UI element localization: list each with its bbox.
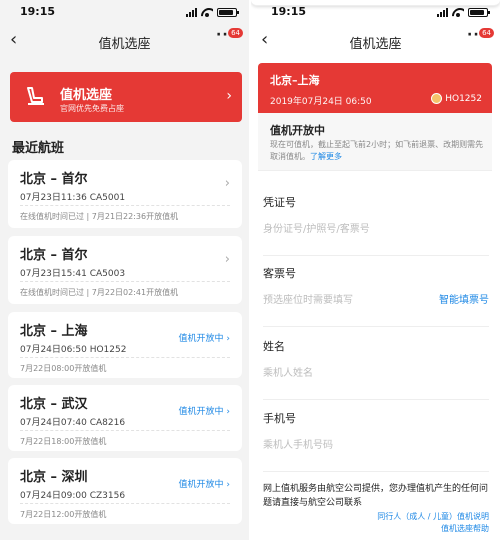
chevron-right-icon: › xyxy=(224,252,230,267)
service-disclaimer: 网上值机服务由航空公司提供，您办理值机产生的任何问题请直接与航空公司联系 xyxy=(263,484,489,508)
checkin-open-title: 值机开放中 xyxy=(270,124,325,137)
field-label: 客票号 xyxy=(263,267,296,280)
flight-note: 7月22日12:00开放值机 xyxy=(20,510,107,519)
notification-badge: 64 xyxy=(479,28,494,38)
name-field[interactable]: 姓名 乘机人姓名 xyxy=(263,338,489,400)
flight-date: 07月23日15:41 CA5003 xyxy=(20,269,126,279)
checkin-open-link[interactable]: 值机开放中 › xyxy=(179,404,230,417)
flight-note: 在线值机时间已过 | 7月22日02:41开放值机 xyxy=(20,288,179,297)
status-time: 19:15 xyxy=(20,5,56,18)
signal-icon xyxy=(186,7,197,17)
divider xyxy=(20,503,230,504)
flight-date: 07月24日06:50 HO1252 xyxy=(20,345,127,355)
flight-note: 7月22日08:00开放值机 xyxy=(20,364,107,373)
airline-logo-icon xyxy=(431,93,442,104)
selected-flight-card: 北京–上海 2019年07月24日 06:50 HO1252 xyxy=(258,63,492,113)
checkin-open-info: 值机开放中 现在可值机，截止至起飞前2小时；如飞前退票、改期则需先取消值机。了解… xyxy=(258,113,492,171)
ticket-number-input[interactable]: 预选座位时需要填写 xyxy=(263,291,353,306)
status-icons xyxy=(186,7,239,17)
seat-icon xyxy=(27,87,44,105)
checkin-open-link[interactable]: 值机开放中 › xyxy=(179,477,230,490)
flight-datetime: 2019年07月24日 06:50 xyxy=(270,97,372,107)
field-label: 手机号 xyxy=(263,412,296,425)
phone-field[interactable]: 手机号 乘机人手机号码 xyxy=(263,410,489,472)
status-bar: 19:15 xyxy=(0,0,249,24)
left-screen: 19:15 ‹ 值机选座 ··· 64 值机选座 官网优先免费占座 › 最近航班… xyxy=(0,0,249,540)
checkin-banner[interactable]: 值机选座 官网优先免费占座 › xyxy=(10,72,242,122)
divider xyxy=(20,281,230,282)
flight-date: 07月24日09:00 CZ3156 xyxy=(20,491,126,501)
section-title: 最近航班 xyxy=(12,141,65,156)
status-time: 19:15 xyxy=(271,5,307,18)
banner-title: 值机选座 xyxy=(60,88,113,103)
id-number-input[interactable]: 身份证号/护照号/客票号 xyxy=(263,220,370,235)
checkin-open-link[interactable]: 值机开放中 › xyxy=(179,331,230,344)
flight-route: 北京 – 深圳 xyxy=(20,470,88,485)
footer-links: 同行人（成人 / 儿童）值机说明 值机选座帮助 xyxy=(377,511,489,535)
checkin-help-link[interactable]: 值机选座帮助 xyxy=(377,523,489,535)
signal-icon xyxy=(437,7,448,17)
companion-checkin-link[interactable]: 同行人（成人 / 儿童）值机说明 xyxy=(377,511,489,523)
ticket-number-field[interactable]: 客票号 预选座位时需要填写 智能填票号 xyxy=(263,265,489,327)
banner-subtitle: 官网优先免费占座 xyxy=(60,104,124,113)
field-label: 凭证号 xyxy=(263,196,296,209)
status-bar: 19:15 xyxy=(251,0,500,24)
flight-card[interactable]: 北京 – 深圳 07月24日09:00 CZ3156 值机开放中 › 7月22日… xyxy=(8,458,242,524)
flight-route: 北京 – 武汉 xyxy=(20,397,88,412)
divider xyxy=(20,205,230,206)
page-title: 值机选座 xyxy=(98,37,151,52)
nav-bar: ‹ 值机选座 ··· 64 xyxy=(0,24,249,58)
field-label: 姓名 xyxy=(263,340,285,353)
wifi-icon xyxy=(452,8,464,17)
battery-icon xyxy=(217,7,239,17)
flight-route: 北京 – 上海 xyxy=(20,324,88,339)
flight-date: 07月23日11:36 CA5001 xyxy=(20,193,126,203)
battery-icon xyxy=(468,7,490,17)
id-number-field[interactable]: 凭证号 身份证号/护照号/客票号 xyxy=(263,194,489,256)
flight-number: HO1252 xyxy=(445,94,482,104)
flight-route: 北京 – 首尔 xyxy=(20,172,88,187)
flight-note: 在线值机时间已过 | 7月21日22:36开放值机 xyxy=(20,212,179,221)
flight-card[interactable]: 北京 – 首尔 07月23日15:41 CA5003 › 在线值机时间已过 | … xyxy=(8,236,242,304)
flight-note: 7月22日18:00开放值机 xyxy=(20,437,107,446)
learn-more-link[interactable]: 了解更多 xyxy=(310,152,342,161)
wifi-icon xyxy=(201,8,213,17)
smart-fill-ticket-button[interactable]: 智能填票号 xyxy=(439,291,489,306)
name-input[interactable]: 乘机人姓名 xyxy=(263,364,313,379)
flight-route: 北京–上海 xyxy=(270,74,320,87)
divider xyxy=(20,357,230,358)
checkin-open-desc: 现在可值机，截止至起飞前2小时；如飞前退票、改期则需先取消值机。了解更多 xyxy=(270,140,484,161)
phone-input[interactable]: 乘机人手机号码 xyxy=(263,436,333,451)
notification-badge: 64 xyxy=(228,28,243,38)
status-icons xyxy=(437,7,490,17)
flight-card[interactable]: 北京 – 武汉 07月24日07:40 CA8216 值机开放中 › 7月22日… xyxy=(8,385,242,451)
flight-date: 07月24日07:40 CA8216 xyxy=(20,418,126,428)
page-title: 值机选座 xyxy=(349,37,402,52)
flight-card[interactable]: 北京 – 上海 07月24日06:50 HO1252 值机开放中 › 7月22日… xyxy=(8,312,242,378)
nav-bar: ‹ 值机选座 ··· 64 xyxy=(251,24,500,58)
chevron-right-icon: › xyxy=(224,176,230,191)
flight-card[interactable]: 北京 – 首尔 07月23日11:36 CA5001 › 在线值机时间已过 | … xyxy=(8,160,242,228)
flight-route: 北京 – 首尔 xyxy=(20,248,88,263)
right-screen: 19:15 ‹ 值机选座 ··· 64 北京–上海 2019年07月24日 06… xyxy=(251,0,500,540)
chevron-right-icon: › xyxy=(226,88,232,104)
divider xyxy=(20,430,230,431)
